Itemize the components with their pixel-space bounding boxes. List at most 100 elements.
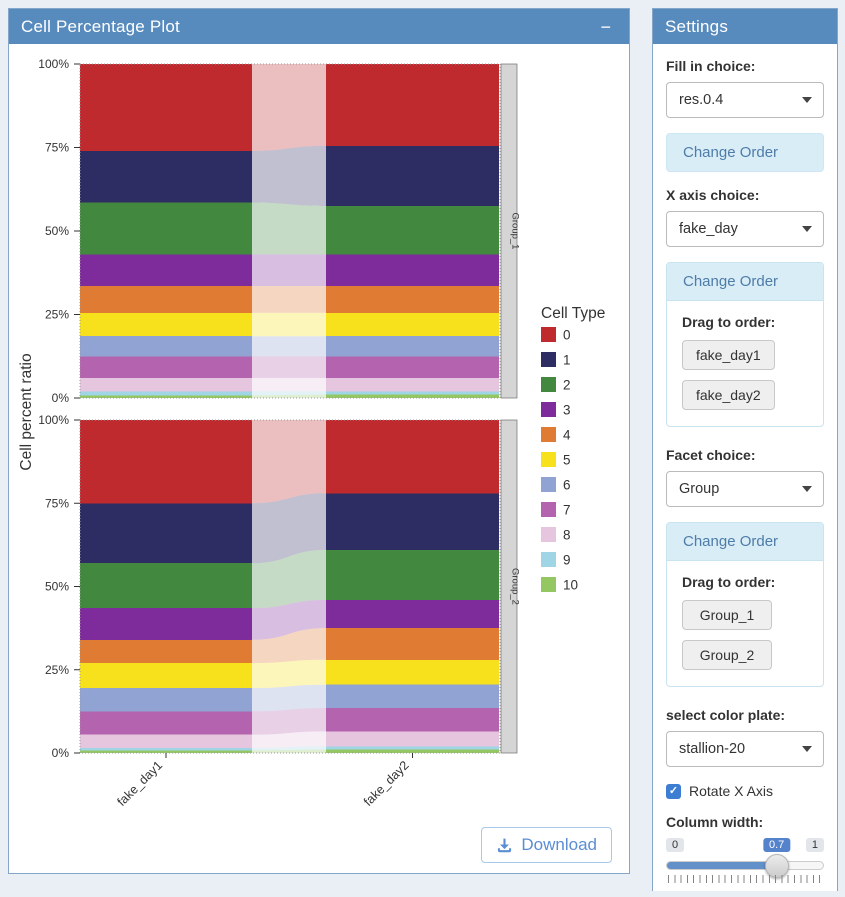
plot-body: Group_1100%75%50%25%0%Group_2100%75%50%2… (9, 44, 629, 873)
bar-segment (326, 746, 499, 749)
bar-segment (80, 640, 252, 663)
column-width-label: Column width: (666, 814, 824, 830)
xaxis-change-order-header[interactable]: Change Order (667, 263, 823, 301)
bar-segment (80, 563, 252, 608)
bar-segment (326, 550, 499, 600)
slider-max-label: 1 (806, 838, 824, 852)
bar-segment (326, 600, 499, 628)
bar-segment (326, 286, 499, 313)
bar-segment (326, 731, 499, 746)
bar-segment (80, 151, 252, 203)
slider-track[interactable] (666, 861, 824, 870)
settings-panel: Settings Fill in choice: res.0.4 Change … (652, 8, 838, 891)
y-tick-label: 0% (52, 391, 70, 405)
legend-swatch (541, 552, 556, 567)
legend-label: 10 (563, 578, 578, 593)
drag-item-fake-day1[interactable]: fake_day1 (682, 340, 775, 370)
flow-ribbon (252, 420, 326, 503)
checkbox-checked-icon[interactable]: ✓ (666, 784, 681, 799)
y-tick-label: 50% (45, 224, 69, 238)
y-tick-label: 100% (38, 57, 69, 71)
fill-choice-value: res.0.4 (679, 92, 723, 108)
fill-choice-label: Fill in choice: (666, 58, 824, 74)
plot-panel-title: Cell Percentage Plot (21, 17, 594, 37)
settings-title: Settings (665, 17, 825, 37)
flow-ribbon (252, 378, 326, 391)
flow-ribbon (252, 286, 326, 313)
bar-segment (80, 711, 252, 734)
bar-segment (326, 685, 499, 708)
bar-segment (80, 503, 252, 563)
fill-change-order-button[interactable]: Change Order (666, 133, 824, 172)
bar-segment (326, 336, 499, 356)
bar-segment (326, 391, 499, 394)
facet-choice-select[interactable]: Group (666, 471, 824, 507)
bar-segment (80, 420, 252, 503)
bar-segment (80, 286, 252, 313)
bar-segment (326, 206, 499, 254)
legend-label: 4 (563, 428, 571, 443)
xaxis-choice-select[interactable]: fake_day (666, 211, 824, 247)
settings-body: Fill in choice: res.0.4 Change Order X a… (653, 44, 837, 897)
drag-item-group-2[interactable]: Group_2 (682, 640, 772, 670)
flow-ribbon (252, 708, 326, 735)
bar-segment (80, 378, 252, 391)
flow-ribbon (252, 685, 326, 712)
chevron-down-icon (802, 97, 812, 103)
color-plate-select[interactable]: stallion-20 (666, 731, 824, 767)
x-tick-label: fake_day2 (361, 758, 412, 809)
legend-swatch (541, 452, 556, 467)
legend-swatch (541, 352, 556, 367)
bar-segment (326, 420, 499, 493)
rotate-x-axis-checkbox[interactable]: ✓ Rotate X Axis (666, 783, 824, 799)
chevron-down-icon (802, 226, 812, 232)
bar-segment (326, 64, 499, 146)
collapse-minus-button[interactable]: − (594, 18, 617, 36)
bar-segment (80, 391, 252, 395)
slider-min-label: 0 (666, 838, 684, 852)
bar-segment (326, 146, 499, 206)
flow-ribbon (252, 660, 326, 688)
legend-swatch (541, 527, 556, 542)
color-plate-value: stallion-20 (679, 741, 745, 757)
slider-fill (667, 862, 776, 869)
legend-label: 9 (563, 553, 571, 568)
facet-choice-value: Group (679, 481, 719, 497)
legend-swatch (541, 477, 556, 492)
legend-label: 1 (563, 353, 571, 368)
legend-label: 2 (563, 378, 571, 393)
drag-item-group-1[interactable]: Group_1 (682, 600, 772, 630)
y-tick-label: 75% (45, 496, 69, 510)
bar-segment (326, 395, 499, 398)
xaxis-choice-value: fake_day (679, 221, 738, 237)
plot-panel-header: Cell Percentage Plot − (9, 9, 629, 44)
bar-segment (80, 336, 252, 356)
y-tick-label: 25% (45, 663, 69, 677)
flow-ribbon (252, 254, 326, 286)
legend-label: 0 (563, 328, 571, 343)
slider-tick-marks (668, 875, 822, 883)
download-icon (496, 837, 513, 854)
chevron-down-icon (802, 486, 812, 492)
bar-segment (326, 356, 499, 378)
x-tick-label: fake_day1 (114, 758, 165, 809)
bar-segment (326, 660, 499, 685)
drag-to-order-label: Drag to order: (682, 574, 808, 590)
download-button[interactable]: Download (481, 827, 612, 863)
plot-panel: Cell Percentage Plot − Group_1100%75%50%… (8, 8, 630, 874)
fill-choice-select[interactable]: res.0.4 (666, 82, 824, 118)
bar-segment (326, 628, 499, 660)
facet-strip-label: Group_1 (510, 213, 521, 250)
y-tick-label: 25% (45, 308, 69, 322)
bar-segment (80, 748, 252, 750)
bar-segment (80, 356, 252, 378)
legend-label: 5 (563, 453, 571, 468)
rotate-x-axis-label: Rotate X Axis (689, 783, 773, 799)
drag-item-fake-day2[interactable]: fake_day2 (682, 380, 775, 410)
column-width-slider[interactable]: 0 1 0.7 (666, 838, 824, 886)
slider-value-badge: 0.7 (763, 838, 790, 852)
facet-change-order-header[interactable]: Change Order (667, 523, 823, 561)
bar-segment (80, 395, 252, 398)
flow-ribbon (252, 336, 326, 356)
download-label: Download (521, 835, 597, 855)
